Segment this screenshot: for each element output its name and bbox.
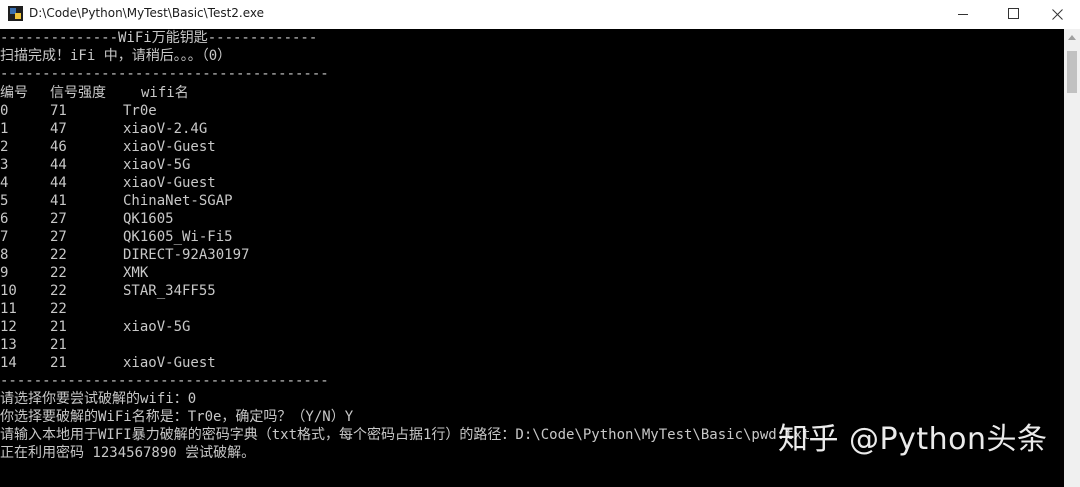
wifi-row-signal: 27 [50,229,67,245]
wifi-row-num: 1 [0,121,9,137]
wifi-row-signal: 46 [50,139,67,155]
column-header-signal: 信号强度 [50,85,106,101]
wifi-row-num: 8 [0,247,9,263]
separator-bottom: --------------------------------------- [0,373,329,389]
prompt-confirm: 你选择要破解的WiFi名称是：Tr0e，确定吗？（Y/N）Y [0,409,354,425]
wifi-row-signal: 41 [50,193,67,209]
wifi-row-name: xiaoV-5G [123,319,191,335]
column-header-name: wifi名 [141,85,189,101]
python-app-icon [8,6,23,21]
wifi-row-name: QK1605_Wi-Fi5 [123,229,233,245]
wifi-row-num: 11 [0,301,17,317]
wifi-row-num: 4 [0,175,9,191]
wifi-row: 14 21 xiaoV-Guest [0,354,400,372]
wifi-row: 9 22 XMK [0,264,400,282]
wifi-row-num: 7 [0,229,9,245]
wifi-row-name: xiaoV-Guest [123,139,216,155]
wifi-row-signal: 21 [50,319,67,335]
minimize-button[interactable] [940,0,986,29]
wifi-row: 10 22 STAR_34FF55 [0,282,400,300]
close-icon [1052,9,1063,20]
wifi-row: 1 47 xiaoV-2.4G [0,120,400,138]
wifi-row: 4 44 xiaoV-Guest [0,174,400,192]
wifi-row-signal: 22 [50,247,67,263]
wifi-row: 7 27 QK1605_Wi-Fi5 [0,228,400,246]
wifi-row-num: 12 [0,319,17,335]
wifi-row-num: 2 [0,139,9,155]
header-line: --------------WiFi万能钥匙------------- [0,30,318,46]
wifi-row-num: 13 [0,337,17,353]
wifi-row: 11 22 [0,300,400,318]
wifi-row-name: xiaoV-Guest [123,355,216,371]
wifi-row-name: STAR_34FF55 [123,283,216,299]
wifi-row-signal: 22 [50,301,67,317]
wifi-row: 6 27 QK1605 [0,210,400,228]
wifi-row-signal: 71 [50,103,67,119]
wifi-row-name: xiaoV-Guest [123,175,216,191]
wifi-row-signal: 47 [50,121,67,137]
scroll-thumb[interactable] [1067,51,1077,93]
window-title: D:\Code\Python\MyTest\Basic\Test2.exe [29,6,265,20]
wifi-row: 2 46 xiaoV-Guest [0,138,400,156]
wifi-row-name: XMK [123,265,149,281]
wifi-row-name: Tr0e [123,103,157,119]
wifi-row-signal: 44 [50,157,67,173]
wifi-row-name: xiaoV-5G [123,157,191,173]
wifi-row-signal: 22 [50,283,67,299]
vertical-scrollbar[interactable] [1064,29,1080,487]
wifi-row-signal: 27 [50,211,67,227]
wifi-row-signal: 21 [50,355,67,371]
column-header-num: 编号 [0,85,28,101]
wifi-row-num: 9 [0,265,9,281]
wifi-row-num: 10 [0,283,17,299]
wifi-row-name: xiaoV-2.4G [123,121,208,137]
separator-top: --------------------------------------- [0,66,329,82]
wifi-row-signal: 22 [50,265,67,281]
status-line: 扫描完成！iFi 中，请稍后。。。（0） [0,48,232,64]
wifi-row: 12 21 xiaoV-5G [0,318,400,336]
wifi-row: 3 44 xiaoV-5G [0,156,400,174]
scroll-up-arrow-icon[interactable] [1068,35,1076,40]
wifi-row-name: QK1605 [123,211,174,227]
wifi-row-name: ChinaNet-SGAP [123,193,233,209]
column-header-row: 编号 信号强度 wifi名 [0,84,400,102]
prompt-select: 请选择你要尝试破解的wifi：0 [0,391,197,407]
wifi-row-num: 14 [0,355,17,371]
wifi-row-num: 6 [0,211,9,227]
wifi-row-signal: 44 [50,175,67,191]
wifi-row: 0 71 Tr0e [0,102,400,120]
wifi-row: 13 21 [0,336,400,354]
wifi-row-signal: 21 [50,337,67,353]
prompt-dict: 请输入本地用于WIFI暴力破解的密码字典（txt格式，每个密码占据1行）的路径：… [0,427,811,443]
console-window: D:\Code\Python\MyTest\Basic\Test2.exe --… [0,0,1080,487]
close-button[interactable] [1034,0,1080,29]
wifi-row: 5 41 ChinaNet-SGAP [0,192,400,210]
wifi-row: 8 22 DIRECT-92A30197 [0,246,400,264]
progress-line: 正在利用密码 1234567890 尝试破解。 [0,445,256,461]
wifi-row-num: 5 [0,193,9,209]
wifi-row-num: 0 [0,103,9,119]
title-bar[interactable]: D:\Code\Python\MyTest\Basic\Test2.exe [0,0,1080,29]
wifi-row-name: DIRECT-92A30197 [123,247,250,263]
maximize-button[interactable] [990,0,1036,29]
watermark: 知乎 @Python头条 [778,422,1048,457]
wifi-row-num: 3 [0,157,9,173]
